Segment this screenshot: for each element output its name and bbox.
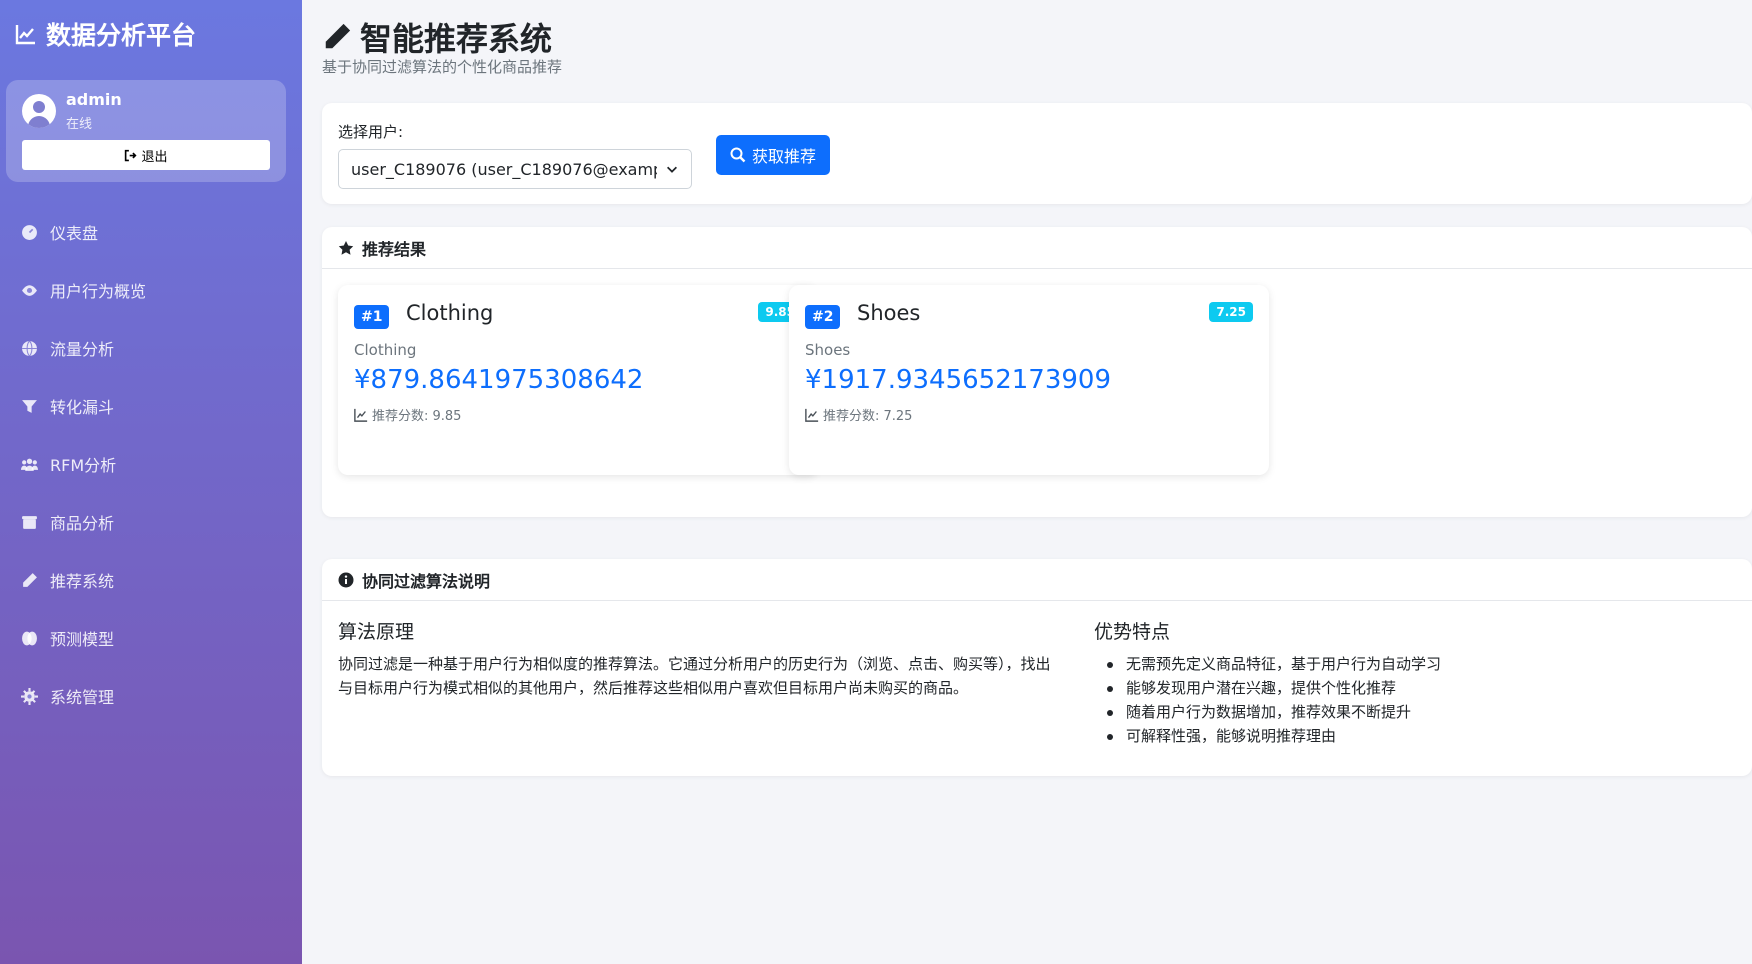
list-item: 随着用户行为数据增加，推荐效果不断提升	[1094, 700, 1441, 724]
rank-badge: #2	[805, 305, 841, 329]
advantages-column: 优势特点 无需预先定义商品特征，基于用户行为自动学习 能够发现用户潜在兴趣，提供…	[1094, 617, 1441, 748]
globe-icon	[21, 340, 37, 356]
principle-column: 算法原理 协同过滤是一种基于用户行为相似度的推荐算法。它通过分析用户的历史行为（…	[338, 617, 1064, 700]
pencil-icon	[325, 23, 351, 49]
brain-icon	[21, 631, 37, 645]
sidebar-item-system[interactable]: 系统管理	[0, 667, 302, 725]
user-select-value: user_C189076 (user_C189076@example.com)	[351, 159, 657, 179]
sidebar-item-traffic[interactable]: 流量分析	[0, 319, 302, 377]
product-price: ¥1917.9345652173909	[805, 365, 1112, 395]
box-icon	[21, 515, 37, 529]
gauge-icon	[21, 224, 37, 240]
avatar	[22, 94, 56, 128]
sidebar-item-funnel[interactable]: 转化漏斗	[0, 377, 302, 435]
product-name: Shoes	[857, 301, 921, 325]
brand-title: 数据分析平台	[46, 21, 197, 50]
recommendation-card[interactable]: #1 Clothing 9.85 Clothing ¥879.864197530…	[338, 285, 818, 475]
pencil-icon	[22, 572, 37, 587]
score-badge: 7.25	[1209, 302, 1253, 322]
list-item: 无需预先定义商品特征，基于用户行为自动学习	[1094, 652, 1441, 676]
sidebar-item-label: 用户行为概览	[50, 282, 147, 301]
sign-out-icon	[125, 149, 138, 161]
page-title: 智能推荐系统	[322, 14, 552, 60]
chart-line-icon	[354, 408, 368, 422]
user-status: 在线	[66, 117, 93, 132]
sidebar-item-user-behavior[interactable]: 用户行为概览	[0, 261, 302, 319]
results-card: 推荐结果 #1 Clothing 9.85 Clothing ¥879.8641…	[322, 227, 1752, 517]
gear-icon	[20, 687, 38, 705]
product-category: Shoes	[805, 341, 851, 359]
advantages-list: 无需预先定义商品特征，基于用户行为自动学习 能够发现用户潜在兴趣，提供个性化推荐…	[1094, 652, 1441, 748]
algorithm-header: 协同过滤算法说明	[322, 559, 1752, 601]
logout-label: 退出	[141, 149, 168, 165]
algorithm-card: 协同过滤算法说明 算法原理 协同过滤是一种基于用户行为相似度的推荐算法。它通过分…	[322, 559, 1752, 776]
sidebar-item-recommendation[interactable]: 推荐系统	[0, 551, 302, 609]
user-card: admin 在线 退出	[6, 80, 286, 182]
sidebar-item-label: 推荐系统	[50, 572, 115, 591]
sidebar-item-label: 预测模型	[50, 630, 115, 649]
sidebar: 数据分析平台 admin 在线 退出 仪表盘 用户行为概览 流量分析 转化漏斗 …	[0, 0, 302, 964]
search-icon	[730, 147, 746, 163]
user-select-card: 选择用户: user_C189076 (user_C189076@example…	[322, 103, 1752, 204]
users-icon	[20, 458, 38, 471]
recommendation-card[interactable]: #2 Shoes 7.25 Shoes ¥1917.9345652173909 …	[789, 285, 1269, 475]
recommendation-score: 推荐分数: 9.85	[354, 405, 461, 424]
main-content: 智能推荐系统 基于协同过滤算法的个性化商品推荐 选择用户: user_C1890…	[302, 0, 1752, 964]
sidebar-item-label: 转化漏斗	[50, 398, 115, 417]
list-item: 可解释性强，能够说明推荐理由	[1094, 724, 1441, 748]
user-name: admin	[66, 90, 122, 109]
principle-text: 协同过滤是一种基于用户行为相似度的推荐算法。它通过分析用户的历史行为（浏览、点击…	[338, 655, 1051, 697]
logout-button[interactable]: 退出	[22, 140, 270, 170]
sidebar-item-prediction[interactable]: 预测模型	[0, 609, 302, 667]
algorithm-header-text: 协同过滤算法说明	[362, 571, 491, 591]
funnel-icon	[21, 399, 37, 413]
get-recommendations-label: 获取推荐	[751, 147, 816, 166]
user-select-label: 选择用户:	[338, 123, 404, 141]
user-select[interactable]: user_C189076 (user_C189076@example.com)	[338, 149, 692, 189]
sidebar-nav: 仪表盘 用户行为概览 流量分析 转化漏斗 RFM分析 商品分析 推荐系统 预测模…	[0, 203, 302, 725]
principle-title: 算法原理	[338, 621, 415, 643]
recommendation-score: 推荐分数: 7.25	[805, 405, 912, 424]
product-category: Clothing	[354, 341, 417, 359]
star-icon	[338, 240, 354, 255]
product-price: ¥879.8641975308642	[354, 365, 644, 395]
sidebar-item-label: 仪表盘	[50, 224, 99, 243]
page-title-text: 智能推荐系统	[360, 20, 553, 58]
rank-badge: #1	[354, 305, 390, 329]
sidebar-item-rfm[interactable]: RFM分析	[0, 435, 302, 493]
info-circle-icon	[338, 572, 354, 587]
sidebar-item-label: RFM分析	[50, 456, 117, 475]
eye-icon	[21, 284, 37, 296]
list-item: 能够发现用户潜在兴趣，提供个性化推荐	[1094, 676, 1441, 700]
sidebar-item-label: 流量分析	[50, 340, 115, 359]
chart-line-icon	[805, 408, 819, 422]
sidebar-item-dashboard[interactable]: 仪表盘	[0, 203, 302, 261]
chart-line-icon	[15, 25, 35, 45]
sidebar-item-label: 系统管理	[50, 688, 115, 707]
results-header: 推荐结果	[322, 227, 1752, 269]
get-recommendations-button[interactable]: 获取推荐	[716, 135, 830, 175]
chevron-down-icon	[667, 166, 677, 173]
sidebar-item-label: 商品分析	[50, 514, 115, 533]
page-subtitle: 基于协同过滤算法的个性化商品推荐	[322, 58, 563, 76]
advantages-title: 优势特点	[1094, 621, 1171, 643]
sidebar-item-products[interactable]: 商品分析	[0, 493, 302, 551]
score-label: 推荐分数: 7.25	[823, 409, 913, 424]
product-name: Clothing	[406, 301, 494, 325]
brand[interactable]: 数据分析平台	[14, 16, 196, 52]
score-label: 推荐分数: 9.85	[372, 409, 462, 424]
results-header-text: 推荐结果	[362, 239, 427, 259]
